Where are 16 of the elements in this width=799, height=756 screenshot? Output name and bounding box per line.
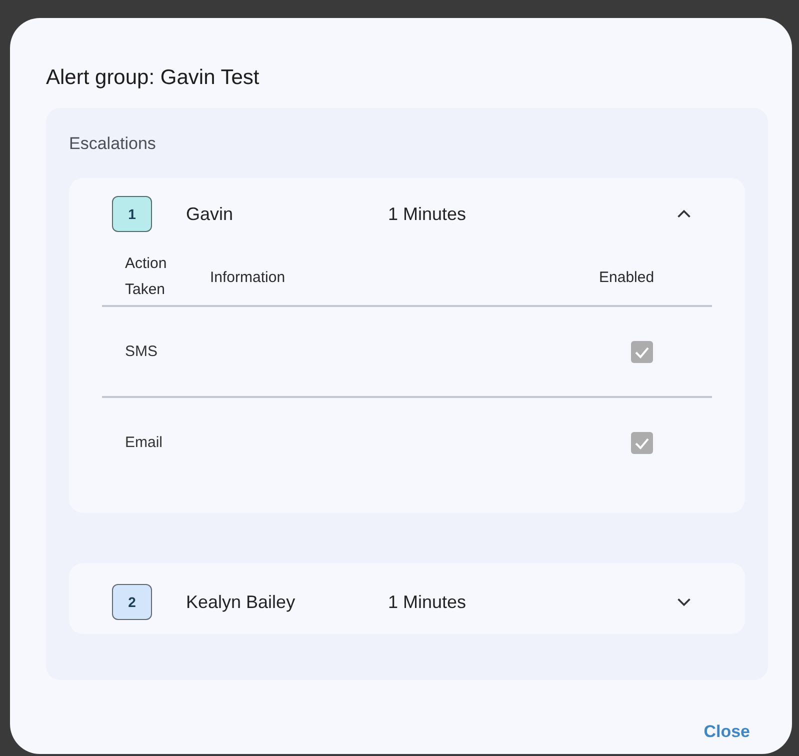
step-badge: 2 (112, 584, 152, 620)
checkbox[interactable] (631, 432, 653, 454)
contact-name: Kealyn Bailey (186, 592, 296, 612)
table-cell-text: SMS (124, 342, 159, 362)
contact-name: Gavin (186, 204, 234, 224)
close-button[interactable]: Close (704, 718, 750, 746)
column-header: Action Taken (124, 254, 168, 300)
table-cell-text: Email (124, 432, 164, 452)
column-header: Information (210, 268, 286, 286)
checkbox[interactable] (631, 340, 653, 362)
step-badge: 1 (112, 196, 152, 232)
delay-text: 1 Minutes (388, 592, 466, 612)
dialog-title: Alert group: Gavin Test (46, 66, 260, 90)
column-header: Enabled (599, 268, 656, 286)
section-label: Escalations (69, 134, 157, 154)
delay-text: 1 Minutes (388, 204, 466, 224)
